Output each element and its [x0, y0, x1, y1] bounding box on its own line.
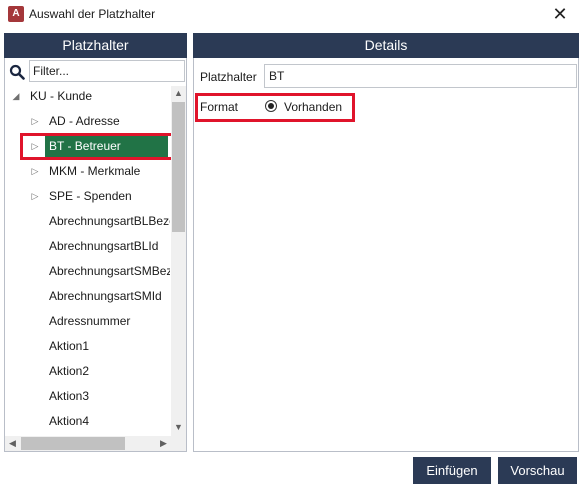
search-icon: [9, 64, 25, 80]
tree-item-label: AbrechnungsartSMBezeichnung: [49, 264, 170, 278]
tree-item[interactable]: Aktion2: [5, 361, 170, 381]
tree-item[interactable]: ▷ AD - Adresse: [5, 111, 170, 131]
details-panel-header: Details: [193, 33, 579, 58]
tree-item[interactable]: Adressnummer: [5, 311, 170, 331]
tree-expand-arrow-icon[interactable]: ▷: [30, 186, 40, 206]
tree-item-label: Aktion1: [49, 339, 90, 353]
window-title: Auswahl der Platzhalter: [29, 7, 156, 21]
scroll-up-arrow-icon[interactable]: ▲: [171, 86, 186, 101]
tree-item-label: KU - Kunde: [30, 89, 93, 103]
tree-expand-arrow-icon[interactable]: ▷: [30, 161, 40, 181]
tree-item-label: AbrechnungsartBLBezeichnung: [49, 214, 170, 228]
format-option-label[interactable]: Vorhanden: [284, 100, 342, 114]
scroll-left-arrow-icon[interactable]: ◀: [5, 436, 20, 451]
placeholder-panel-header: Platzhalter: [4, 33, 187, 58]
selection-annotation-box: [20, 133, 175, 160]
tree-item-label: MKM - Merkmale: [49, 164, 141, 178]
insert-button[interactable]: Einfügen: [413, 457, 491, 484]
tree-item-label: AD - Adresse: [49, 114, 120, 128]
tree-item-label: SPE - Spenden: [49, 189, 132, 203]
tree-collapse-arrow-icon[interactable]: ◢: [11, 86, 21, 106]
tree-item[interactable]: Aktion4: [5, 411, 170, 431]
access-app-icon: A: [8, 6, 24, 22]
tree-item[interactable]: AbrechnungsartBLBezeichnung: [5, 211, 170, 231]
tree-item-label: AbrechnungsartBLId: [49, 239, 159, 253]
close-button[interactable]: ✕: [546, 2, 574, 26]
tree-item[interactable]: ▷ SPE - Spenden: [5, 186, 170, 206]
horizontal-scroll-thumb[interactable]: [21, 437, 125, 450]
filter-input[interactable]: [29, 60, 185, 82]
preview-button[interactable]: Vorschau: [498, 457, 577, 484]
tree-item-label: Aktion4: [49, 414, 90, 428]
scrollbar-corner: [171, 436, 186, 451]
tree-expand-arrow-icon[interactable]: ▷: [30, 111, 40, 131]
tree-item-label: AbrechnungsartSMId: [49, 289, 162, 303]
scroll-down-arrow-icon[interactable]: ▼: [171, 420, 186, 435]
tree-item-label: Aktion2: [49, 364, 90, 378]
tree-item[interactable]: Aktion3: [5, 386, 170, 406]
tree-item[interactable]: AbrechnungsartBLId: [5, 236, 170, 256]
tree-item[interactable]: Aktion1: [5, 336, 170, 356]
tree-item-label: Aktion3: [49, 389, 90, 403]
tree-item[interactable]: AbrechnungsartSMBezeichnung: [5, 261, 170, 281]
placeholder-field-label: Platzhalter: [200, 70, 257, 84]
placeholder-field[interactable]: [264, 64, 577, 88]
tree-item[interactable]: ▷ MKM - Merkmale: [5, 161, 170, 181]
tree-item[interactable]: ◢ KU - Kunde: [5, 86, 170, 106]
scroll-right-arrow-icon[interactable]: ▶: [156, 436, 171, 451]
tree-item-label: Adressnummer: [49, 314, 131, 328]
radio-selected-dot: [268, 103, 274, 109]
format-label: Format: [200, 100, 239, 114]
tree-item[interactable]: AbrechnungsartSMId: [5, 286, 170, 306]
vertical-scroll-thumb[interactable]: [172, 102, 185, 232]
